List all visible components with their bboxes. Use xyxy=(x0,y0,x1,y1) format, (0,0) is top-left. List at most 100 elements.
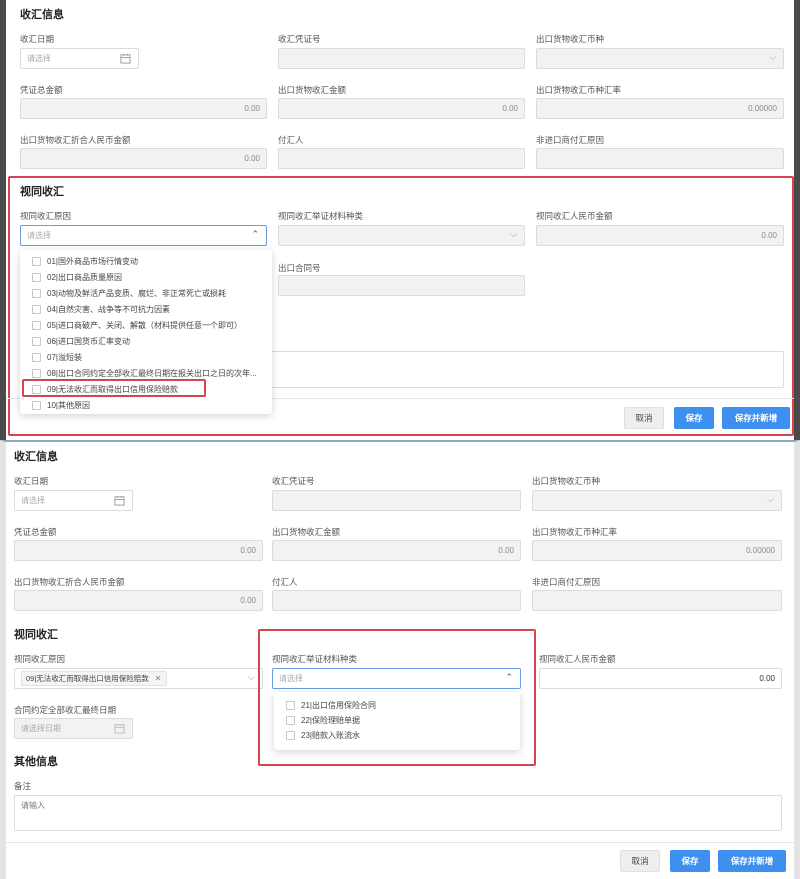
export-rate-label: 出口货物收汇币种汇率 xyxy=(536,85,622,95)
export-rmb-label: 出口货物收汇折合人民币金额 xyxy=(20,135,131,145)
checkbox[interactable] xyxy=(32,321,41,330)
non-import-reason-input[interactable] xyxy=(532,590,782,611)
save-button[interactable]: 保存 xyxy=(670,850,710,872)
contract-deadline-picker[interactable]: 请选择日期 xyxy=(14,718,133,739)
save-button[interactable]: 保存 xyxy=(674,407,714,429)
calendar-icon xyxy=(120,53,131,64)
chevron-down-icon: ⌵ xyxy=(769,52,776,62)
cancel-button[interactable]: 取消 xyxy=(620,850,660,872)
checkbox[interactable] xyxy=(286,701,295,710)
proof-option[interactable]: 21|出口信用保险合同 xyxy=(274,698,520,713)
voucher-no-input[interactable] xyxy=(272,490,521,511)
deemed-rmb-label: 视同收汇人民币金额 xyxy=(539,654,616,664)
checkbox[interactable] xyxy=(32,369,41,378)
proof-type-select[interactable]: 请选择 ⌃ xyxy=(272,668,521,689)
currency-label: 出口货物收汇币种 xyxy=(536,34,605,44)
reason-option[interactable]: 07|溢短装 xyxy=(20,350,272,365)
deemed-rmb-label: 视同收汇人民币金额 xyxy=(536,211,613,221)
chevron-down-icon: ⌵ xyxy=(510,229,517,239)
proof-type-select[interactable]: ⌵ xyxy=(278,225,525,246)
cancel-button[interactable]: 取消 xyxy=(624,407,664,429)
contract-no-label: 出口合同号 xyxy=(278,263,321,273)
export-rmb-input[interactable]: 0.00 xyxy=(14,590,263,611)
export-amount-label: 出口货物收汇金额 xyxy=(278,85,347,95)
remark-textarea[interactable] xyxy=(14,795,782,831)
voucher-no-label: 收汇凭证号 xyxy=(278,34,321,44)
payer-label: 付汇人 xyxy=(278,135,304,145)
reason-option[interactable]: 03|动物及鲜活产品变质、腐烂、非正常死亡或损耗 xyxy=(20,286,272,301)
calendar-icon xyxy=(114,495,125,506)
export-amount-label: 出口货物收汇金额 xyxy=(272,527,341,537)
voucher-total-input[interactable]: 0.00 xyxy=(14,540,263,561)
chevron-down-icon: ⌵ xyxy=(248,672,255,682)
checkbox[interactable] xyxy=(32,305,41,314)
save-and-new-button[interactable]: 保存并新增 xyxy=(718,850,786,872)
export-rate-input[interactable]: 0.00000 xyxy=(532,540,782,561)
currency-label: 出口货物收汇币种 xyxy=(532,476,601,486)
section-title-receipt: 收汇信息 xyxy=(20,9,64,21)
proof-type-label: 视同收汇举证材料种类 xyxy=(278,211,364,221)
payer-input[interactable] xyxy=(272,590,521,611)
currency-select[interactable]: ⌵ xyxy=(532,490,782,511)
deemed-rmb-input[interactable]: 0.00 xyxy=(539,668,782,689)
reason-option[interactable]: 10|其他原因 xyxy=(20,398,272,413)
section-title-deemed: 视同收汇 xyxy=(14,629,58,641)
voucher-no-input[interactable] xyxy=(278,48,525,69)
voucher-total-label: 凭证总金额 xyxy=(14,527,57,537)
non-import-reason-input[interactable] xyxy=(536,148,784,169)
checkbox[interactable] xyxy=(32,289,41,298)
reason-option[interactable]: 01|国外商品市场行情变动 xyxy=(20,254,272,269)
deemed-reason-label: 视同收汇原因 xyxy=(20,211,72,221)
checkbox[interactable] xyxy=(32,273,41,282)
form-panel-before: 收汇信息 收汇日期 请选择 收汇凭证号 出口货物收汇币种 ⌵ 凭证总金额 0.0… xyxy=(0,0,800,440)
non-import-reason-label: 非进口商付汇原因 xyxy=(532,577,601,587)
remark-textarea-partial[interactable] xyxy=(266,351,784,388)
reason-option[interactable]: 02|出口商品质量原因 xyxy=(20,270,272,285)
checkbox[interactable] xyxy=(286,716,295,725)
export-rmb-input[interactable]: 0.00 xyxy=(20,148,267,169)
close-icon[interactable]: ✕ xyxy=(155,674,162,683)
payer-input[interactable] xyxy=(278,148,525,169)
section-title-other: 其他信息 xyxy=(14,756,58,768)
export-rate-input[interactable]: 0.00000 xyxy=(536,98,784,119)
proof-type-dropdown-menu: 21|出口信用保险合同 22|保险理赔单据 23|赔款入账流水 xyxy=(274,692,520,750)
reason-option[interactable]: 04|自然灾害、战争等不可抗力因素 xyxy=(20,302,272,317)
deemed-reason-select[interactable]: 09|无法收汇而取得出口信用保险赔款 ✕ ⌵ xyxy=(14,668,263,689)
export-rmb-label: 出口货物收汇折合人民币金额 xyxy=(14,577,125,587)
reason-option[interactable]: 05|进口商破产、关闭、解散（材料提供任意一个即可） xyxy=(20,318,272,333)
highlight-box-option-09 xyxy=(22,379,206,397)
deemed-reason-label: 视同收汇原因 xyxy=(14,654,66,664)
chevron-up-icon: ⌃ xyxy=(251,229,259,239)
export-amount-input[interactable]: 0.00 xyxy=(278,98,525,119)
export-rate-label: 出口货物收汇币种汇率 xyxy=(532,527,618,537)
proof-option[interactable]: 22|保险理赔单据 xyxy=(274,713,520,728)
proof-type-label: 视同收汇举证材料种类 xyxy=(272,654,358,664)
footer-divider xyxy=(6,842,794,843)
deemed-reason-select[interactable]: 请选择 ⌃ xyxy=(20,225,267,246)
voucher-total-input[interactable]: 0.00 xyxy=(20,98,267,119)
checkbox[interactable] xyxy=(32,353,41,362)
receipt-date-picker[interactable]: 请选择 xyxy=(20,48,139,69)
contract-deadline-label: 合同约定全部收汇最终日期 xyxy=(14,705,117,715)
export-amount-input[interactable]: 0.00 xyxy=(272,540,521,561)
section-title-receipt: 收汇信息 xyxy=(14,451,58,463)
remark-label: 备注 xyxy=(14,781,32,791)
reason-option[interactable]: 06|进口国货币汇率变动 xyxy=(20,334,272,349)
chevron-down-icon: ⌵ xyxy=(767,494,774,504)
voucher-total-label: 凭证总金额 xyxy=(20,85,63,95)
contract-no-input[interactable] xyxy=(278,275,525,296)
currency-select[interactable]: ⌵ xyxy=(536,48,784,69)
voucher-no-label: 收汇凭证号 xyxy=(272,476,315,486)
save-and-new-button[interactable]: 保存并新增 xyxy=(722,407,790,429)
checkbox[interactable] xyxy=(32,337,41,346)
proof-option[interactable]: 23|赔款入账流水 xyxy=(274,728,520,743)
non-import-reason-label: 非进口商付汇原因 xyxy=(536,135,605,145)
selected-reason-tag: 09|无法收汇而取得出口信用保险赔款 ✕ xyxy=(21,671,167,686)
checkbox[interactable] xyxy=(32,257,41,266)
receipt-date-picker[interactable]: 请选择 xyxy=(14,490,133,511)
receipt-date-label: 收汇日期 xyxy=(14,476,49,486)
checkbox[interactable] xyxy=(32,401,41,410)
section-title-deemed: 视同收汇 xyxy=(20,186,64,198)
deemed-rmb-input[interactable]: 0.00 xyxy=(536,225,784,246)
checkbox[interactable] xyxy=(286,731,295,740)
